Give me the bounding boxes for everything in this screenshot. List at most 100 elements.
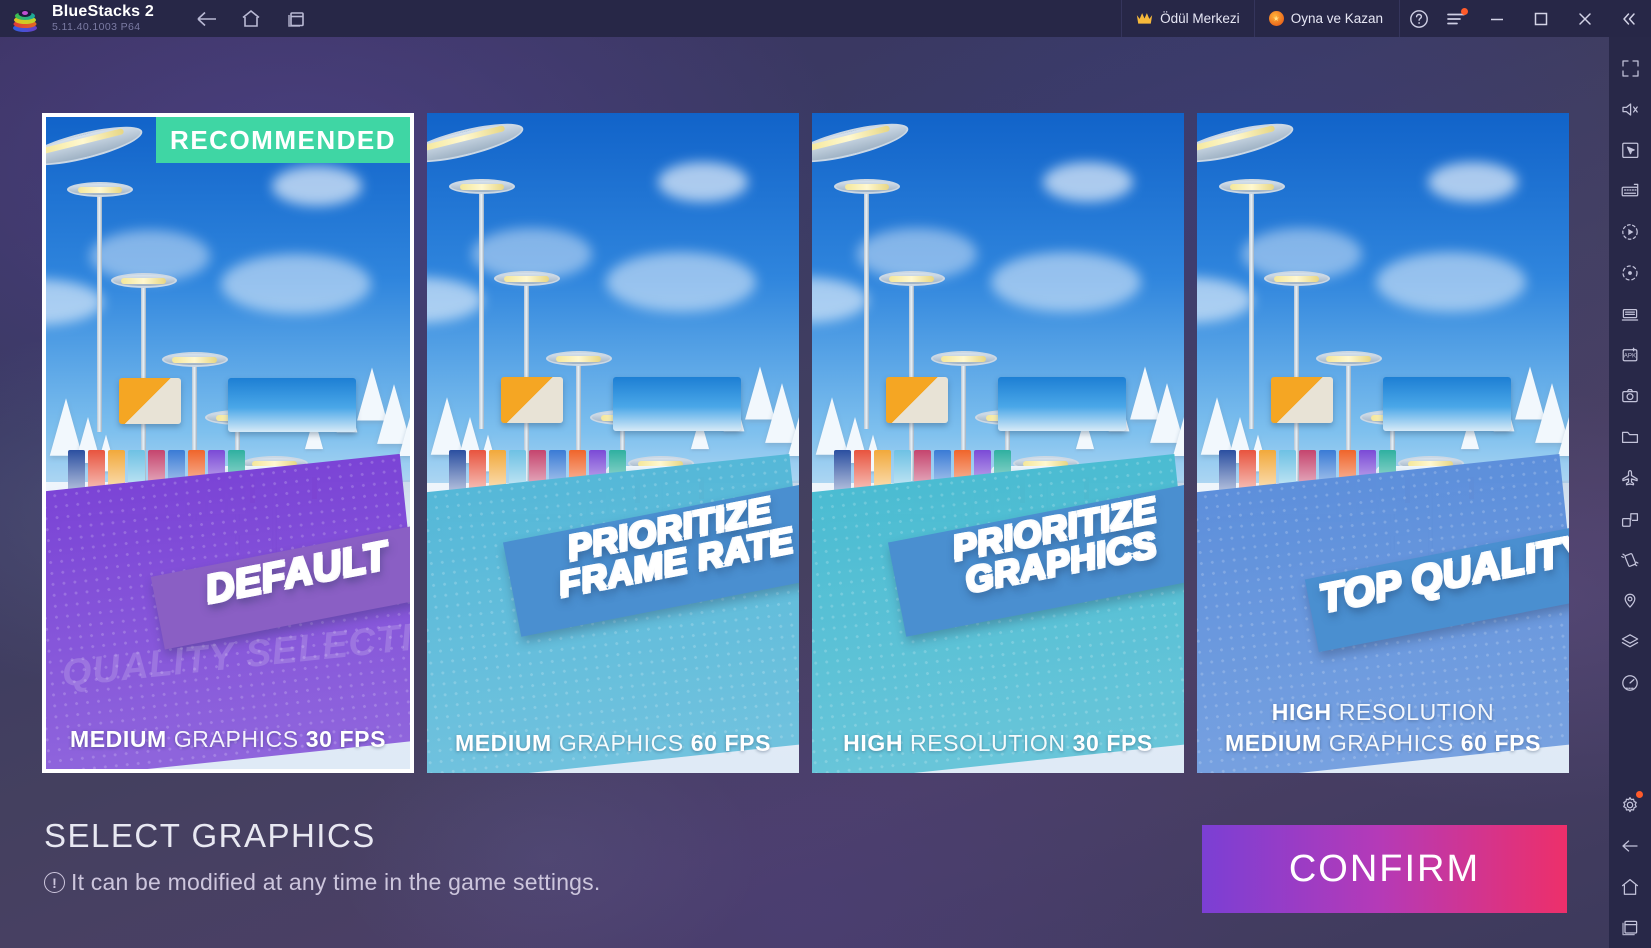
- card-specs: HIGH RESOLUTION 30 FPS: [812, 728, 1184, 759]
- bottom-bar: SELECT GRAPHICS ! It can be modified at …: [42, 817, 1567, 948]
- title-bar-right: Ödül Merkezi Oyna ve Kazan: [1121, 0, 1651, 37]
- title-bar: BlueStacks 2 5.11.40.1003 P64 Ödül Merke…: [0, 0, 1651, 37]
- instance-manager-icon: [1621, 308, 1639, 321]
- speedometer-icon: [1622, 674, 1638, 691]
- menu-notification-dot: [1461, 8, 1468, 15]
- multi-instance-button[interactable]: [282, 6, 308, 32]
- svg-text:APK: APK: [1624, 352, 1637, 359]
- maximize-button[interactable]: [1519, 0, 1563, 37]
- arrow-left-icon: [1622, 839, 1638, 852]
- maximize-icon: [1534, 12, 1548, 25]
- sidebar-item-mute[interactable]: [1609, 88, 1651, 129]
- airplane-icon: [1622, 469, 1638, 485]
- camera-icon: [1622, 388, 1638, 402]
- sidebar-item-multi-instance-manager[interactable]: [1609, 293, 1651, 334]
- bluestacks-window: BlueStacks 2 5.11.40.1003 P64 Ödül Merke…: [0, 0, 1651, 948]
- script-circle-icon: [1622, 264, 1638, 281]
- minimize-button[interactable]: [1475, 0, 1519, 37]
- card-specs: MEDIUM GRAPHICS 30 FPS: [46, 724, 410, 755]
- sidebar-item-performance[interactable]: [1609, 662, 1651, 703]
- card-specs: HIGH RESOLUTION MEDIUM GRAPHICS 60 FPS: [1197, 697, 1569, 759]
- coin-icon: [1268, 11, 1284, 26]
- billboard-right: [613, 377, 741, 431]
- home-icon: [242, 9, 260, 27]
- sidebar-item-rotate[interactable]: [1609, 498, 1651, 539]
- card-specs-line-2: MEDIUM GRAPHICS 60 FPS: [1224, 730, 1542, 756]
- rotate-screen-icon: [1621, 512, 1639, 527]
- keyboard-icon: [1621, 183, 1639, 196]
- page-subtitle: ! It can be modified at any time in the …: [44, 869, 600, 896]
- sidebar-item-media-manager[interactable]: [1609, 416, 1651, 457]
- arrow-left-icon: [197, 11, 217, 26]
- windows-stack-icon: [287, 11, 304, 27]
- card-specs-line-2: MEDIUM GRAPHICS 30 FPS: [69, 726, 387, 752]
- billboard-left: [886, 377, 949, 423]
- right-sidebar: APK: [1609, 37, 1651, 948]
- folder-icon: [1621, 431, 1639, 443]
- crown-icon: [1137, 13, 1153, 24]
- game-canvas: DEFAULTQUALITY SELECTIONMEDIUM GRAPHICS …: [0, 37, 1609, 948]
- page-subtitle-text: It can be modified at any time in the ga…: [71, 869, 601, 895]
- billboard-left: [1271, 377, 1334, 423]
- graphics-option-card-2[interactable]: PRIORITIZE FRAME RATE MEDIUM GRAPHICS 60 …: [427, 113, 799, 773]
- card-specs-line-1: HIGH RESOLUTION: [1271, 699, 1495, 725]
- cursor-box-icon: [1622, 142, 1639, 158]
- graphics-options-row: DEFAULTQUALITY SELECTIONMEDIUM GRAPHICS …: [42, 113, 1569, 773]
- home-button[interactable]: [238, 6, 264, 32]
- sidebar-item-fullscreen[interactable]: [1609, 47, 1651, 88]
- billboard-right: [998, 377, 1126, 431]
- sidebar-item-layers[interactable]: [1609, 621, 1651, 662]
- location-pin-icon: [1624, 593, 1636, 608]
- billboard-left: [501, 377, 564, 423]
- sidebar-item-keyboard-controls[interactable]: [1609, 170, 1651, 211]
- home-icon: [1621, 878, 1639, 895]
- apk-install-icon: APK: [1622, 347, 1638, 361]
- graphics-option-card-4[interactable]: TOP QUALITY HIGH RESOLUTION MEDIUM GRAPHIC…: [1197, 113, 1569, 773]
- app-title: BlueStacks 2: [52, 3, 155, 20]
- sidebar-item-eco-mode[interactable]: [1609, 457, 1651, 498]
- exclamation-circle-icon: !: [44, 872, 65, 893]
- app-version: 5.11.40.1003 P64: [52, 21, 141, 33]
- collapse-sidebar-button[interactable]: [1607, 0, 1651, 37]
- sidebar-item-settings[interactable]: [1609, 784, 1651, 825]
- sidebar-item-location[interactable]: [1609, 580, 1651, 621]
- sidebar-item-back[interactable]: [1609, 825, 1651, 866]
- graphics-option-card-1[interactable]: DEFAULTQUALITY SELECTIONMEDIUM GRAPHICS …: [42, 113, 414, 773]
- reward-center-label: Ödül Merkezi: [1160, 11, 1240, 26]
- billboard-right: [1383, 377, 1511, 431]
- layers-icon: [1621, 633, 1639, 647]
- confirm-button[interactable]: CONFIRM: [1202, 825, 1567, 913]
- card-specs-line-2: HIGH RESOLUTION 30 FPS: [843, 730, 1153, 756]
- back-button[interactable]: [194, 6, 220, 32]
- title-nav-buttons: [194, 6, 308, 32]
- close-button[interactable]: [1563, 0, 1607, 37]
- play-and-earn-button[interactable]: Oyna ve Kazan: [1253, 0, 1397, 37]
- graphics-option-card-3[interactable]: PRIORITIZE GRAPHICS HIGH RESOLUTION 30 FP…: [812, 113, 1184, 773]
- billboard-right: [228, 377, 356, 432]
- help-button[interactable]: [1399, 0, 1437, 37]
- reward-center-button[interactable]: Ödül Merkezi: [1121, 0, 1254, 37]
- sidebar-item-recents[interactable]: [1609, 907, 1651, 948]
- billboard-left: [118, 377, 181, 424]
- help-circle-icon: [1409, 9, 1428, 28]
- app-title-block: BlueStacks 2 5.11.40.1003 P64: [52, 3, 154, 34]
- recents-icon: [1622, 920, 1638, 935]
- sidebar-item-install-apk[interactable]: APK: [1609, 334, 1651, 375]
- chevrons-left-icon: [1623, 12, 1635, 25]
- menu-button[interactable]: [1437, 0, 1475, 37]
- sidebar-item-screenshot[interactable]: [1609, 375, 1651, 416]
- card-specs: MEDIUM GRAPHICS 60 FPS: [427, 728, 799, 759]
- sidebar-item-script[interactable]: [1609, 252, 1651, 293]
- page-title: SELECT GRAPHICS: [44, 817, 376, 854]
- settings-notification-dot: [1636, 791, 1643, 798]
- play-and-earn-label: Oyna ve Kazan: [1290, 11, 1383, 26]
- card-specs-line-2: MEDIUM GRAPHICS 60 FPS: [454, 730, 772, 756]
- recommended-badge: RECOMMENDED: [156, 117, 410, 163]
- sidebar-item-game-controls[interactable]: [1609, 129, 1651, 170]
- sidebar-item-home[interactable]: [1609, 866, 1651, 907]
- sidebar-item-macro-recorder[interactable]: [1609, 211, 1651, 252]
- close-icon: [1579, 12, 1591, 25]
- speaker-mute-icon: [1622, 102, 1638, 116]
- sidebar-item-shake[interactable]: [1609, 539, 1651, 580]
- minimize-icon: [1491, 18, 1503, 20]
